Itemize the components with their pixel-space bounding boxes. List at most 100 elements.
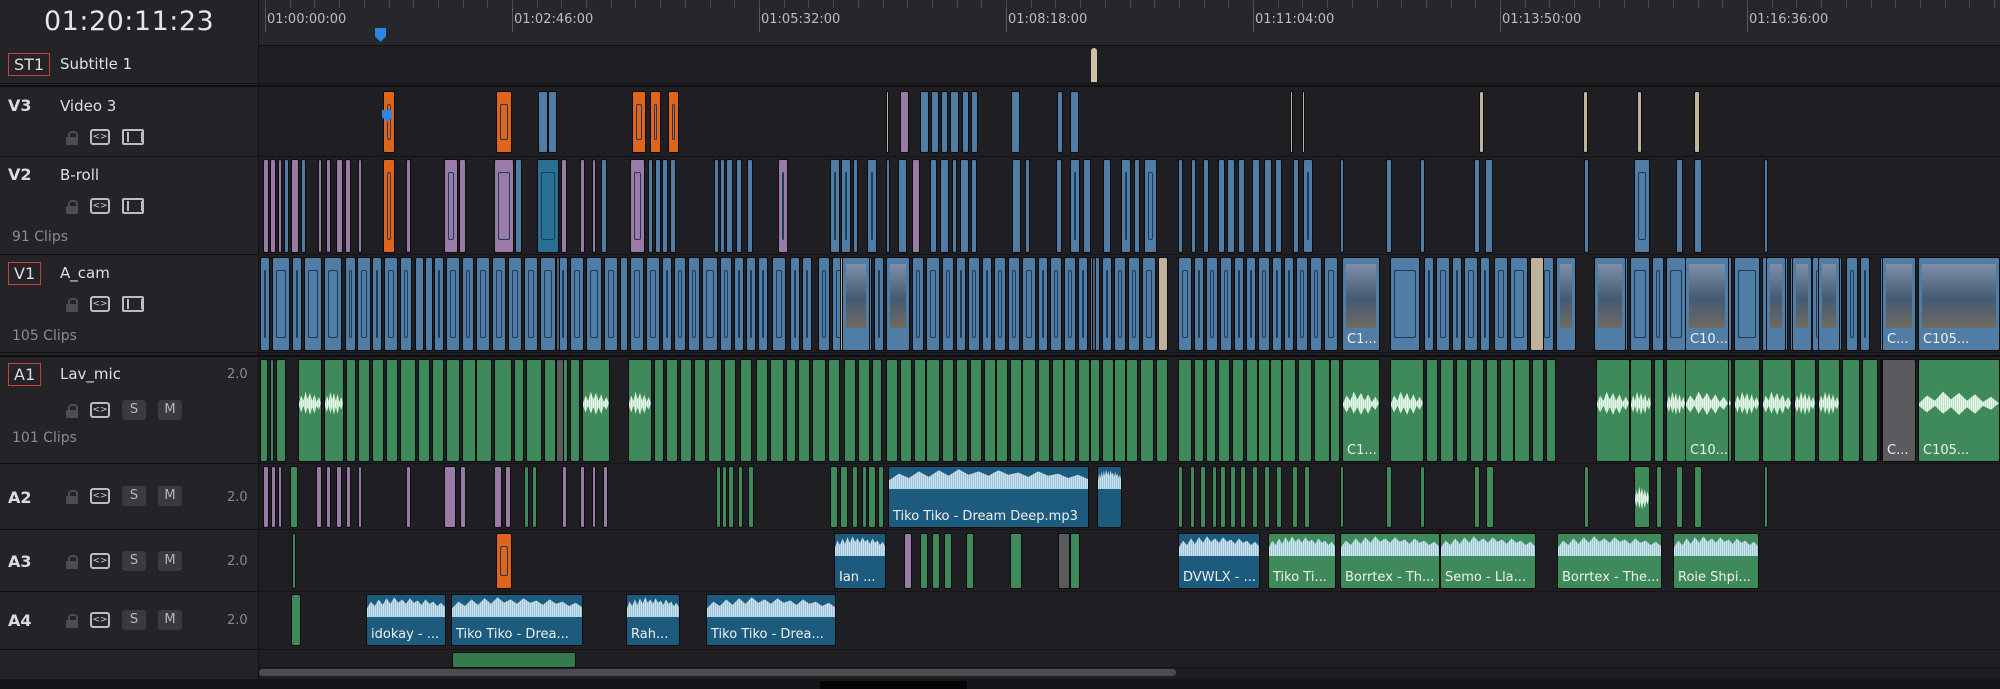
timeline-clip[interactable] [326,159,331,253]
timeline-clip[interactable] [1050,257,1062,351]
timeline-clip[interactable] [734,257,744,351]
timeline-clip[interactable] [746,257,756,351]
timeline-clip[interactable] [1474,466,1480,528]
timeline-clip[interactable] [592,466,596,528]
timeline-clip[interactable] [968,257,980,351]
timeline-clip[interactable] [1485,159,1493,253]
timeline-clip[interactable] [291,594,301,646]
timeline-clip[interactable] [630,257,644,351]
timeline-clip[interactable] [858,359,870,462]
timeline-clip[interactable] [1102,359,1114,462]
timeline-clip[interactable] [1012,159,1021,253]
music-clip[interactable] [1097,466,1122,528]
lane-a4[interactable]: idokay - ... Tiko Tiko - Drea... Rah... Tik… [259,592,2000,650]
timeline-clip[interactable] [724,359,736,462]
timeline-clip[interactable] [960,159,969,253]
timeline-clip[interactable] [444,466,456,528]
music-clip[interactable]: DVWLX - ... [1178,533,1260,589]
timeline-clip[interactable] [747,159,753,253]
horizontal-scrollbar[interactable] [259,668,2000,676]
timeline-clip[interactable] [1676,466,1683,528]
timeline-clip[interactable] [1656,466,1662,528]
timeline-clip[interactable] [728,466,734,528]
timeline-clip[interactable] [926,359,940,462]
timeline-clip[interactable] [828,359,840,462]
timeline-clip[interactable] [932,533,940,589]
music-clip[interactable]: Tiko Tiko - Drea... [706,594,836,646]
timeline-clip[interactable] [1282,359,1296,462]
timeline-clip[interactable] [1022,257,1036,351]
timeline-clip[interactable] [971,91,978,153]
timeline-clip[interactable] [1264,466,1270,528]
timeline-clip[interactable] [1158,257,1168,351]
timeline-clip[interactable] [586,257,602,351]
timeline-clip[interactable] [650,91,661,153]
timeline-clip[interactable] [722,466,727,528]
timeline-clip[interactable] [1070,533,1080,589]
timeline-clip[interactable] [544,359,556,462]
timeline-clip[interactable] [802,257,812,351]
track-id-st1[interactable]: ST1 [8,53,51,76]
auto-select-icon[interactable]: <> [90,296,110,312]
timeline-clip[interactable] [1025,159,1030,253]
timeline-clip[interactable] [1792,257,1812,351]
timeline-clip[interactable] [346,466,351,528]
timeline-clip[interactable] [1290,91,1293,153]
subtitle-marker[interactable] [1091,48,1097,82]
timeline-clip[interactable] [260,359,268,462]
timeline-clip[interactable] [912,159,920,253]
timeline-clip[interactable] [1206,359,1216,462]
timeline-clip[interactable] [1386,466,1392,528]
track-header-a3[interactable]: A3 <> S M 2.0 [0,530,258,592]
timeline-clip[interactable] [263,466,269,528]
timeline-clip[interactable] [702,257,718,351]
timeline-clip[interactable] [1275,159,1282,253]
timeline-clip[interactable] [476,359,492,462]
timeline-clip[interactable] [1634,159,1650,253]
resize-handle[interactable] [820,681,967,689]
timeline-clip[interactable] [272,257,290,351]
timeline-clip[interactable] [1474,159,1480,253]
solo-button[interactable]: S [122,400,146,420]
lane-v3[interactable] [259,85,2000,157]
timeline-clip[interactable] [601,159,607,253]
timeline-clip[interactable] [1128,257,1140,351]
timeline-clip[interactable] [515,159,522,253]
lock-icon[interactable] [66,554,78,569]
timeline-clip[interactable] [526,359,542,462]
timeline-clip[interactable] [853,159,858,253]
timeline-clip[interactable] [603,466,608,528]
timeline-clip[interactable] [830,466,838,528]
timeline-clip[interactable] [1666,257,1686,351]
timeline-clip[interactable] [996,359,1008,462]
timeline-clip[interactable] [1734,359,1760,462]
timeline-clip[interactable] [406,159,411,253]
timeline-clip[interactable] [532,466,537,528]
timeline-clip[interactable]: C10... [1685,359,1729,462]
music-clip[interactable]: Roie Shpi... [1673,533,1759,589]
timeline-clip[interactable] [872,359,882,462]
scrollbar-thumb[interactable] [259,669,1176,676]
timeline-clip[interactable] [1324,257,1338,351]
timeline-clip[interactable] [298,359,322,462]
film-strip-icon[interactable] [122,129,144,145]
track-header-a1[interactable]: A1 Lav_mic 2.0 <> S M 101 Clips [0,355,258,464]
timeline-clip[interactable] [1303,159,1313,253]
music-clip[interactable]: idokay - ... [366,594,446,646]
timeline-clip[interactable] [562,466,567,528]
timeline-clip[interactable] [292,533,296,589]
timeline-clip[interactable] [462,257,474,351]
track-name-v3[interactable]: Video 3 [60,97,116,115]
timeline-clip[interactable] [648,159,653,253]
timeline-clip[interactable] [494,359,512,462]
timeline-clip[interactable] [459,159,466,253]
timeline-clip[interactable] [1654,359,1664,462]
timeline-clip[interactable] [1238,159,1245,253]
timeline-clip[interactable] [1630,359,1652,462]
timeline-clip[interactable] [386,359,398,462]
timeline-clip[interactable] [726,159,733,253]
timeline-clip[interactable] [384,257,398,351]
timeline-clip[interactable] [790,257,800,351]
timeline-clip[interactable] [898,159,907,253]
timeline-clip[interactable] [1234,257,1244,351]
